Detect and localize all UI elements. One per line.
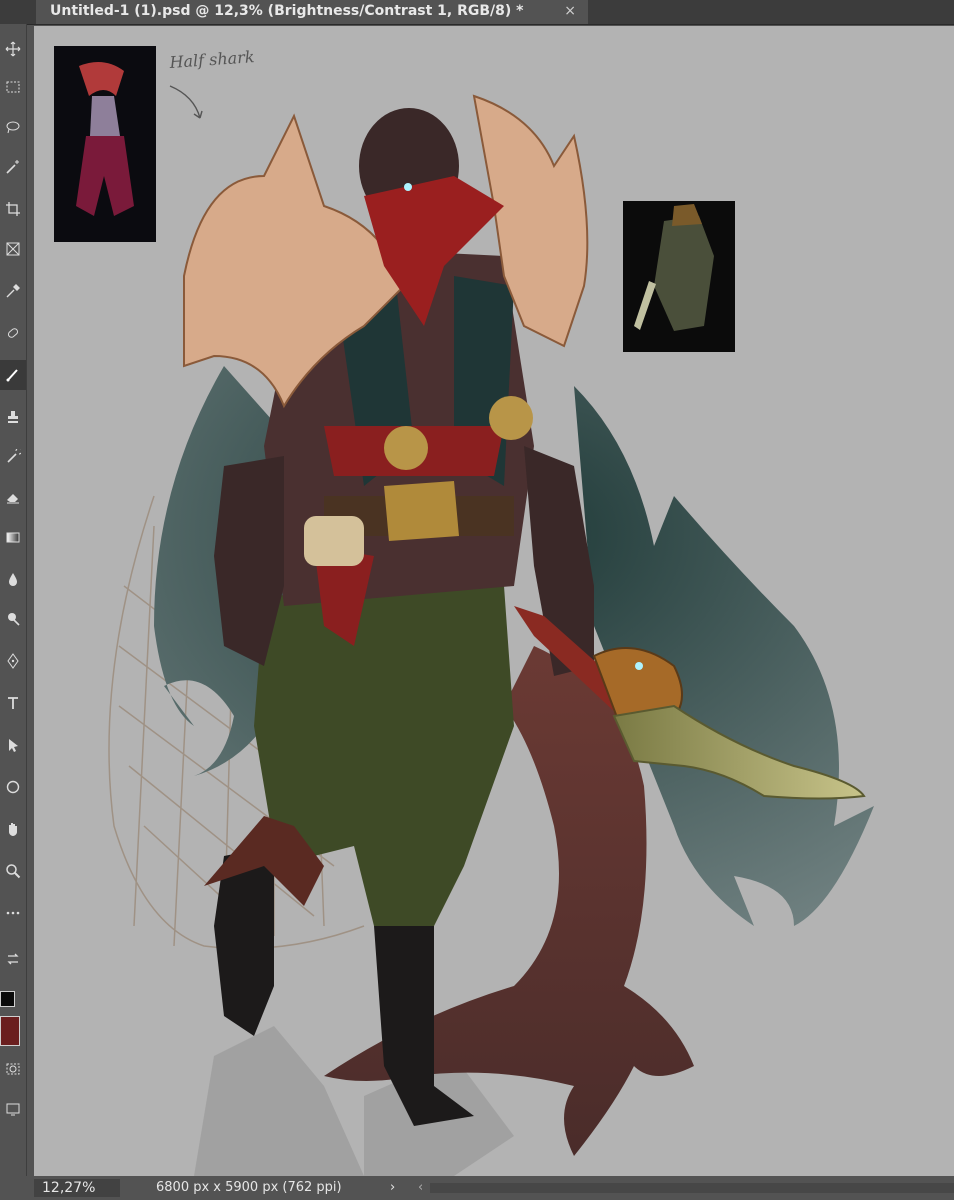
reference-image-right xyxy=(623,201,735,352)
zoom-tool[interactable] xyxy=(0,856,26,886)
gradient-icon xyxy=(6,532,20,543)
path-selection-icon xyxy=(9,739,18,752)
crop-tool[interactable] xyxy=(0,194,26,224)
dodge-tool[interactable] xyxy=(0,604,26,634)
tools-panel xyxy=(0,24,27,1176)
swap-colors-button[interactable] xyxy=(0,944,26,974)
history-brush-tool[interactable] xyxy=(0,442,26,472)
lasso-tool[interactable] xyxy=(0,112,26,142)
screen-mode-button[interactable] xyxy=(0,1094,26,1124)
blur-tool[interactable] xyxy=(0,564,26,594)
horizontal-scrollbar[interactable] xyxy=(430,1183,954,1193)
document-tab[interactable]: Untitled-1 (1).psd @ 12,3% (Brightness/C… xyxy=(36,0,588,24)
zoom-level-field[interactable]: 12,27% xyxy=(34,1179,120,1197)
move-icon xyxy=(5,41,21,57)
status-bar: 12,27% 6800 px x 5900 px (762 ppi) › ‹ xyxy=(0,1176,954,1200)
foreground-color-swatch[interactable] xyxy=(0,991,15,1007)
magic-wand-tool[interactable] xyxy=(0,152,26,182)
brush-icon xyxy=(6,369,18,382)
document-tab-title: Untitled-1 (1).psd @ 12,3% (Brightness/C… xyxy=(50,3,524,19)
screen-mode-icon xyxy=(6,1103,20,1116)
magic-wand-icon xyxy=(6,160,19,174)
move-tool[interactable] xyxy=(0,34,26,64)
note-text: Half shark xyxy=(168,47,255,72)
eraser-icon xyxy=(7,494,19,504)
swap-colors-icon xyxy=(7,953,19,965)
marquee-icon xyxy=(6,81,20,93)
pen-tool[interactable] xyxy=(0,646,26,676)
reference-image-left xyxy=(54,46,156,242)
quick-mask-button[interactable] xyxy=(0,1054,26,1084)
note-arrow-icon xyxy=(169,85,203,119)
eyedropper-icon xyxy=(6,284,20,298)
clone-stamp-icon xyxy=(8,411,18,423)
clone-stamp-tool[interactable] xyxy=(0,402,26,432)
scroll-left-arrow-icon[interactable]: ‹ xyxy=(418,1176,423,1200)
lasso-icon xyxy=(6,121,20,134)
type-icon xyxy=(8,697,18,709)
healing-brush-tool[interactable] xyxy=(0,318,26,348)
crop-icon xyxy=(6,202,20,216)
hand-tool[interactable] xyxy=(0,814,26,844)
document-tab-bar: Untitled-1 (1).psd @ 12,3% (Brightness/C… xyxy=(0,0,954,25)
path-selection-tool[interactable] xyxy=(0,730,26,760)
frame-tool[interactable] xyxy=(0,234,26,264)
more-tools[interactable] xyxy=(0,898,26,928)
quick-mask-icon xyxy=(6,1063,20,1075)
more-tools-icon xyxy=(6,911,20,915)
history-brush-icon xyxy=(7,449,21,463)
ellipse-shape-tool[interactable] xyxy=(0,772,26,802)
close-tab-icon[interactable]: × xyxy=(564,0,576,22)
pen-icon xyxy=(7,653,19,669)
healing-brush-icon xyxy=(7,328,19,338)
status-info-menu-arrow-icon[interactable]: › xyxy=(390,1176,395,1200)
dodge-icon xyxy=(8,613,20,626)
background-color-swatch[interactable] xyxy=(0,1016,20,1046)
document-info: 6800 px x 5900 px (762 ppi) xyxy=(156,1180,342,1195)
eraser-tool[interactable] xyxy=(0,482,26,512)
brush-tool[interactable] xyxy=(0,360,26,390)
ellipse-shape-icon xyxy=(6,780,20,794)
gradient-tool[interactable] xyxy=(0,522,26,552)
type-tool[interactable] xyxy=(0,688,26,718)
frame-icon xyxy=(6,242,20,256)
zoom-icon xyxy=(6,864,21,879)
eyedropper-tool[interactable] xyxy=(0,276,26,306)
document-canvas[interactable]: Half shark xyxy=(34,26,954,1176)
artwork: Half shark xyxy=(54,46,874,1176)
hand-icon xyxy=(9,823,17,836)
marquee-tool[interactable] xyxy=(0,72,26,102)
blur-icon xyxy=(9,573,17,586)
